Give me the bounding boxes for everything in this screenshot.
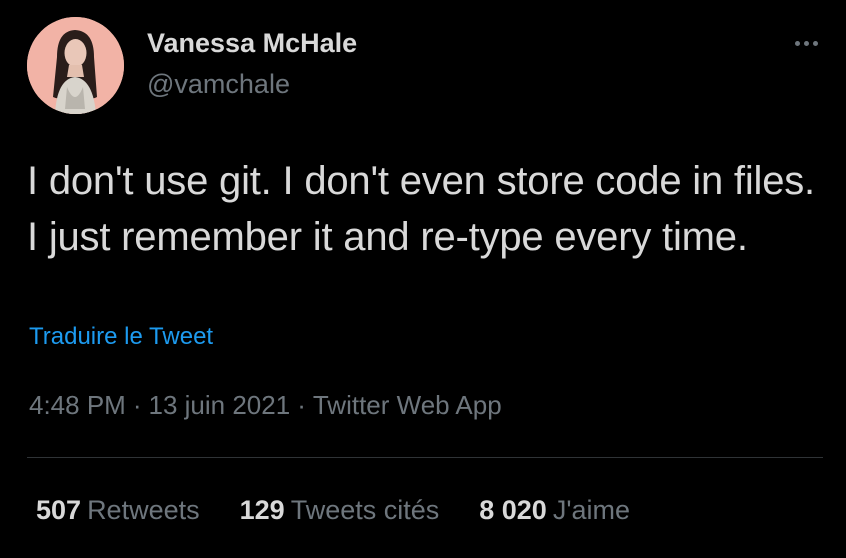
tweet-date[interactable]: 13 juin 2021 bbox=[149, 390, 291, 420]
tweet-text: I don't use git. I don't even store code… bbox=[27, 159, 815, 259]
more-dot bbox=[803, 40, 809, 46]
more-dot bbox=[812, 40, 818, 46]
likes-count: 8 020 bbox=[479, 495, 547, 525]
tweet-time[interactable]: 4:48 PM bbox=[29, 390, 126, 420]
translate-tweet-link[interactable]: Traduire le Tweet bbox=[29, 323, 213, 351]
quotes-count: 129 bbox=[239, 495, 285, 525]
avatar[interactable] bbox=[27, 17, 124, 114]
tweet-meta: 4:48 PM · 13 juin 2021 · Twitter Web App bbox=[29, 390, 502, 421]
retweets-label: Retweets bbox=[87, 495, 200, 525]
more-dot bbox=[794, 40, 800, 46]
retweets-stat[interactable]: 507 Retweets bbox=[36, 495, 200, 526]
tweet-source[interactable]: Twitter Web App bbox=[313, 390, 502, 420]
tweet-card: Vanessa McHale @vamchale I don't use git… bbox=[0, 0, 846, 558]
likes-stat[interactable]: 8 020 J'aime bbox=[479, 495, 630, 526]
profile-photo-icon bbox=[27, 17, 124, 114]
meta-separator: · bbox=[297, 390, 306, 420]
retweets-count: 507 bbox=[36, 495, 82, 525]
author-display-name[interactable]: Vanessa McHale bbox=[147, 28, 357, 59]
quotes-label: Tweets cités bbox=[290, 495, 440, 525]
more-options-icon[interactable] bbox=[786, 30, 826, 56]
quote-tweets-stat[interactable]: 129 Tweets cités bbox=[240, 495, 440, 526]
divider bbox=[27, 457, 823, 458]
likes-label: J'aime bbox=[552, 495, 631, 525]
author-handle[interactable]: @vamchale bbox=[147, 69, 290, 100]
tweet-stats: 507 Retweets 129 Tweets cités 8 020 J'aime bbox=[36, 495, 630, 526]
meta-separator: · bbox=[132, 390, 142, 420]
